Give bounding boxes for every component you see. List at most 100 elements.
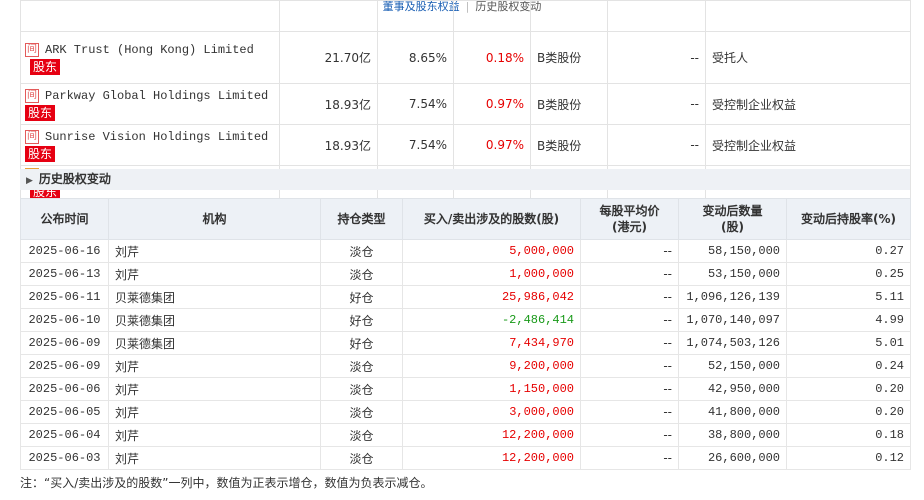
row-avg-price: --: [580, 308, 679, 332]
row-org[interactable]: 刘芹: [108, 354, 321, 378]
row-after-qty: 1,096,126,139: [678, 285, 787, 309]
history-row: 2025-06-09 贝莱德集团 好仓 7,434,970 -- 1,074,503,12…: [20, 331, 911, 355]
row-after-qty: 52,150,000: [678, 354, 787, 378]
holder-pct-class-cell: 0.97%: [453, 124, 531, 166]
holder-name[interactable]: ARK Trust (Hong Kong) Limited: [45, 41, 254, 59]
row-after-ratio: 0.25: [786, 262, 911, 286]
row-type: 淡仓: [320, 377, 403, 401]
row-shares: 1,000,000: [402, 262, 581, 286]
row-after-ratio: 0.18: [786, 423, 911, 447]
header-type: 持仓类型: [320, 198, 403, 240]
holder-role-cell: 受托人: [705, 31, 911, 84]
holder-name[interactable]: Parkway Global Holdings Limited: [45, 87, 268, 105]
holder-shares-cell: 18.93亿: [279, 124, 378, 166]
shareholder-badge: 股东: [30, 58, 61, 75]
row-org[interactable]: 刘芹: [108, 423, 321, 447]
history-row: 2025-06-05 刘芹 淡仓 3,000,000 -- 41,800,000 0.20: [20, 400, 911, 424]
row-shares: 9,200,000: [402, 354, 581, 378]
holder-shares-cell: 18.93亿: [279, 83, 378, 125]
row-after-qty: 41,800,000: [678, 400, 787, 424]
row-org[interactable]: 刘芹: [108, 239, 321, 263]
row-date: 2025-06-06: [20, 377, 109, 401]
row-org[interactable]: 刘芹: [108, 400, 321, 424]
header-shares: 买入/卖出涉及的股数(股): [402, 198, 581, 240]
indirect-holding-icon: 间: [25, 130, 39, 144]
row-after-ratio: 5.11: [786, 285, 911, 309]
holder-share-class-cell: B类股份: [530, 83, 608, 125]
indirect-holding-icon: 间: [25, 89, 39, 103]
holder-share-class-cell: B类股份: [530, 31, 608, 84]
history-row: 2025-06-10 贝莱德集团 好仓 -2,486,414 -- 1,070,140,0…: [20, 308, 911, 332]
row-type: 好仓: [320, 285, 403, 309]
holder-share-class-cell: B类股份: [530, 124, 608, 166]
row-after-ratio: 0.12: [786, 446, 911, 470]
holder-pct-cell: 8.65%: [377, 31, 454, 84]
history-row: 2025-06-03 刘芹 淡仓 12,200,000 -- 26,600,000 0.12: [20, 446, 911, 470]
holder-name-cell: 间 ARK Trust (Hong Kong) Limited 股东: [20, 31, 280, 84]
history-row: 2025-06-06 刘芹 淡仓 1,150,000 -- 42,950,000 0.20: [20, 377, 911, 401]
section-title: 历史股权变动: [38, 172, 111, 186]
holder-pct-class-cell: 0.97%: [453, 83, 531, 125]
row-after-qty: 38,800,000: [678, 423, 787, 447]
row-org[interactable]: 刘芹: [108, 262, 321, 286]
row-after-ratio: 0.27: [786, 239, 911, 263]
row-shares: -2,486,414: [402, 308, 581, 332]
indirect-holding-icon: 间: [25, 42, 39, 57]
row-org[interactable]: 刘芹: [108, 446, 321, 470]
holders-cell-clipped: [279, 0, 378, 32]
row-shares: 25,986,042: [402, 285, 581, 309]
holders-cell-clipped: [530, 0, 608, 32]
holder-name[interactable]: Sunrise Vision Holdings Limited: [45, 128, 268, 146]
header-after-qty: 变动后数量 (股): [678, 198, 787, 240]
row-after-qty: 42,950,000: [678, 377, 787, 401]
row-org[interactable]: 刘芹: [108, 377, 321, 401]
holders-cell-clipped: [705, 0, 911, 32]
row-date: 2025-06-04: [20, 423, 109, 447]
row-type: 淡仓: [320, 354, 403, 378]
row-date: 2025-06-11: [20, 285, 109, 309]
history-row: 2025-06-09 刘芹 淡仓 9,200,000 -- 52,150,000 0.24: [20, 354, 911, 378]
holder-row: 间 Sunrise Vision Holdings Limited 股东 18.93亿…: [20, 124, 911, 166]
row-after-ratio: 0.20: [786, 377, 911, 401]
history-section-header[interactable]: ▶ 历史股权变动: [20, 169, 910, 190]
row-after-ratio: 4.99: [786, 308, 911, 332]
history-row: 2025-06-13 刘芹 淡仓 1,000,000 -- 53,150,000 0.25: [20, 262, 911, 286]
row-org[interactable]: 贝莱德集团: [108, 308, 321, 332]
row-type: 好仓: [320, 308, 403, 332]
row-after-qty: 1,074,503,126: [678, 331, 787, 355]
shareholder-badge: 股东: [25, 105, 56, 121]
holder-row: 间 Parkway Global Holdings Limited 股东 18.93亿…: [20, 83, 911, 125]
triangle-right-icon: ▶: [26, 176, 33, 186]
row-date: 2025-06-05: [20, 400, 109, 424]
row-avg-price: --: [580, 239, 679, 263]
holder-extra-cell: --: [607, 31, 706, 84]
holders-cell-clipped: [377, 0, 454, 32]
holder-name-cell: 间 Parkway Global Holdings Limited 股东: [20, 83, 280, 125]
row-type: 淡仓: [320, 423, 403, 447]
row-org[interactable]: 贝莱德集团: [108, 331, 321, 355]
header-after-ratio: 变动后持股率(%): [786, 198, 911, 240]
row-shares: 12,200,000: [402, 446, 581, 470]
row-avg-price: --: [580, 331, 679, 355]
holder-pct-cell: 7.54%: [377, 83, 454, 125]
row-after-ratio: 0.24: [786, 354, 911, 378]
holder-extra-cell: --: [607, 83, 706, 125]
row-type: 好仓: [320, 331, 403, 355]
holders-row-clipped: [20, 0, 911, 32]
holders-cell-clipped: [607, 0, 706, 32]
history-table: 公布时间 机构 持仓类型 买入/卖出涉及的股数(股) 每股平均价 (港元) 变动后数量 (…: [20, 198, 911, 470]
row-org[interactable]: 贝莱德集团: [108, 285, 321, 309]
row-shares: 1,150,000: [402, 377, 581, 401]
history-row: 2025-06-16 刘芹 淡仓 5,000,000 -- 58,150,000 0.27: [20, 239, 911, 263]
header-org: 机构: [108, 198, 321, 240]
header-avg-price: 每股平均价 (港元): [580, 198, 679, 240]
holder-extra-cell: --: [607, 124, 706, 166]
row-after-qty: 26,600,000: [678, 446, 787, 470]
row-avg-price: --: [580, 400, 679, 424]
row-after-qty: 1,070,140,097: [678, 308, 787, 332]
row-shares: 7,434,970: [402, 331, 581, 355]
row-type: 淡仓: [320, 262, 403, 286]
history-row: 2025-06-11 贝莱德集团 好仓 25,986,042 -- 1,096,126,1…: [20, 285, 911, 309]
holder-pct-class-cell: 0.18%: [453, 31, 531, 84]
holder-role-cell: 受控制企业权益: [705, 83, 911, 125]
